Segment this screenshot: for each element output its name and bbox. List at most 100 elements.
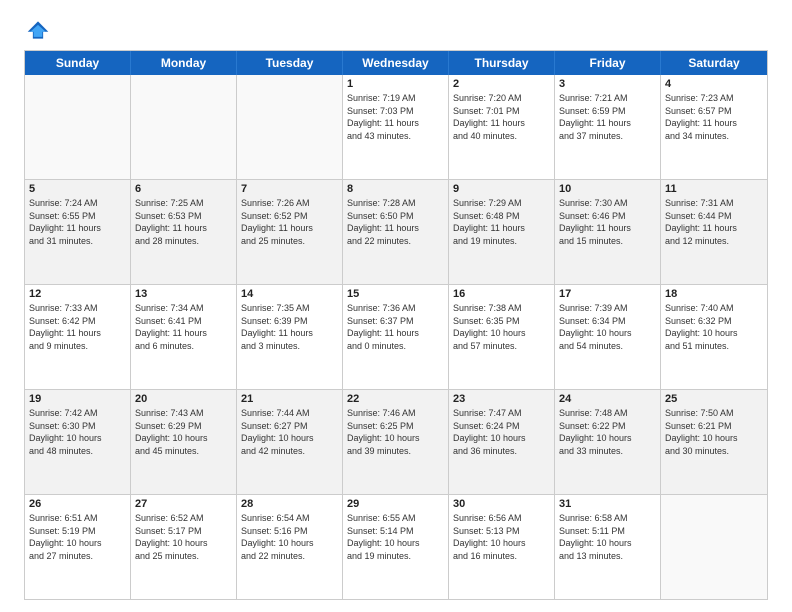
day-number: 22 xyxy=(347,393,444,405)
calendar-body: 1 Sunrise: 7:19 AM Sunset: 7:03 PM Daylig… xyxy=(25,75,767,599)
calendar-week-3: 12 Sunrise: 7:33 AM Sunset: 6:42 PM Dayli… xyxy=(25,284,767,389)
day-info: Sunrise: 7:33 AM Sunset: 6:42 PM Dayligh… xyxy=(29,302,126,352)
calendar-cell: 1 Sunrise: 7:19 AM Sunset: 7:03 PM Daylig… xyxy=(343,75,449,179)
calendar-week-2: 5 Sunrise: 7:24 AM Sunset: 6:55 PM Daylig… xyxy=(25,179,767,284)
day-info: Sunrise: 7:29 AM Sunset: 6:48 PM Dayligh… xyxy=(453,197,550,247)
day-number: 30 xyxy=(453,498,550,510)
calendar-cell: 2 Sunrise: 7:20 AM Sunset: 7:01 PM Daylig… xyxy=(449,75,555,179)
day-number: 2 xyxy=(453,78,550,90)
day-number: 4 xyxy=(665,78,763,90)
calendar-cell: 4 Sunrise: 7:23 AM Sunset: 6:57 PM Daylig… xyxy=(661,75,767,179)
day-number: 13 xyxy=(135,288,232,300)
day-info: Sunrise: 7:21 AM Sunset: 6:59 PM Dayligh… xyxy=(559,92,656,142)
day-info: Sunrise: 7:50 AM Sunset: 6:21 PM Dayligh… xyxy=(665,407,763,457)
day-info: Sunrise: 7:48 AM Sunset: 6:22 PM Dayligh… xyxy=(559,407,656,457)
calendar-cell: 13 Sunrise: 7:34 AM Sunset: 6:41 PM Dayli… xyxy=(131,285,237,389)
day-info: Sunrise: 7:20 AM Sunset: 7:01 PM Dayligh… xyxy=(453,92,550,142)
day-info: Sunrise: 7:42 AM Sunset: 6:30 PM Dayligh… xyxy=(29,407,126,457)
day-number: 28 xyxy=(241,498,338,510)
day-info: Sunrise: 7:43 AM Sunset: 6:29 PM Dayligh… xyxy=(135,407,232,457)
day-number: 9 xyxy=(453,183,550,195)
day-info: Sunrise: 7:19 AM Sunset: 7:03 PM Dayligh… xyxy=(347,92,444,142)
day-info: Sunrise: 7:36 AM Sunset: 6:37 PM Dayligh… xyxy=(347,302,444,352)
day-info: Sunrise: 7:23 AM Sunset: 6:57 PM Dayligh… xyxy=(665,92,763,142)
calendar-cell: 6Sunrise: 7:25 AM Sunset: 6:53 PM Daylig… xyxy=(131,180,237,284)
header-day-monday: Monday xyxy=(131,51,237,75)
calendar: SundayMondayTuesdayWednesdayThursdayFrid… xyxy=(24,50,768,600)
day-info: Sunrise: 6:51 AM Sunset: 5:19 PM Dayligh… xyxy=(29,512,126,562)
day-number: 27 xyxy=(135,498,232,510)
day-info: Sunrise: 7:44 AM Sunset: 6:27 PM Dayligh… xyxy=(241,407,338,457)
day-number: 15 xyxy=(347,288,444,300)
day-info: Sunrise: 6:54 AM Sunset: 5:16 PM Dayligh… xyxy=(241,512,338,562)
day-number: 31 xyxy=(559,498,656,510)
day-number: 12 xyxy=(29,288,126,300)
logo xyxy=(24,18,50,40)
header-day-tuesday: Tuesday xyxy=(237,51,343,75)
calendar-cell: 23 Sunrise: 7:47 AM Sunset: 6:24 PM Dayli… xyxy=(449,390,555,494)
day-info: Sunrise: 7:28 AM Sunset: 6:50 PM Dayligh… xyxy=(347,197,444,247)
calendar-cell: 19 Sunrise: 7:42 AM Sunset: 6:30 PM Dayli… xyxy=(25,390,131,494)
day-number: 25 xyxy=(665,393,763,405)
day-info: Sunrise: 7:38 AM Sunset: 6:35 PM Dayligh… xyxy=(453,302,550,352)
calendar-cell xyxy=(661,495,767,599)
calendar-cell: 31 Sunrise: 6:58 AM Sunset: 5:11 PM Dayli… xyxy=(555,495,661,599)
calendar-cell: 21 Sunrise: 7:44 AM Sunset: 6:27 PM Dayli… xyxy=(237,390,343,494)
header-day-friday: Friday xyxy=(555,51,661,75)
day-number: 11 xyxy=(665,183,763,195)
logo-general xyxy=(24,18,50,42)
day-number: 1 xyxy=(347,78,444,90)
day-number: 16 xyxy=(453,288,550,300)
calendar-cell xyxy=(25,75,131,179)
day-number: 19 xyxy=(29,393,126,405)
calendar-cell: 22Sunrise: 7:46 AM Sunset: 6:25 PM Dayli… xyxy=(343,390,449,494)
calendar-cell: 12 Sunrise: 7:33 AM Sunset: 6:42 PM Dayli… xyxy=(25,285,131,389)
calendar-cell: 20 Sunrise: 7:43 AM Sunset: 6:29 PM Dayli… xyxy=(131,390,237,494)
calendar-cell: 28 Sunrise: 6:54 AM Sunset: 5:16 PM Dayli… xyxy=(237,495,343,599)
day-info: Sunrise: 6:58 AM Sunset: 5:11 PM Dayligh… xyxy=(559,512,656,562)
calendar-header: SundayMondayTuesdayWednesdayThursdayFrid… xyxy=(25,51,767,75)
calendar-cell: 27 Sunrise: 6:52 AM Sunset: 5:17 PM Dayli… xyxy=(131,495,237,599)
calendar-cell: 10 Sunrise: 7:30 AM Sunset: 6:46 PM Dayli… xyxy=(555,180,661,284)
calendar-cell: 18Sunrise: 7:40 AM Sunset: 6:32 PM Dayli… xyxy=(661,285,767,389)
calendar-cell: 16 Sunrise: 7:38 AM Sunset: 6:35 PM Dayli… xyxy=(449,285,555,389)
day-number: 5 xyxy=(29,183,126,195)
header-day-sunday: Sunday xyxy=(25,51,131,75)
day-number: 8 xyxy=(347,183,444,195)
day-number: 21 xyxy=(241,393,338,405)
calendar-cell xyxy=(131,75,237,179)
day-info: Sunrise: 7:34 AM Sunset: 6:41 PM Dayligh… xyxy=(135,302,232,352)
header-day-thursday: Thursday xyxy=(449,51,555,75)
day-info: Sunrise: 7:39 AM Sunset: 6:34 PM Dayligh… xyxy=(559,302,656,352)
day-number: 26 xyxy=(29,498,126,510)
calendar-cell: 25 Sunrise: 7:50 AM Sunset: 6:21 PM Dayli… xyxy=(661,390,767,494)
calendar-cell: 17 Sunrise: 7:39 AM Sunset: 6:34 PM Dayli… xyxy=(555,285,661,389)
calendar-cell: 14Sunrise: 7:35 AM Sunset: 6:39 PM Dayli… xyxy=(237,285,343,389)
calendar-cell: 29Sunrise: 6:55 AM Sunset: 5:14 PM Dayli… xyxy=(343,495,449,599)
header-day-saturday: Saturday xyxy=(661,51,767,75)
day-info: Sunrise: 7:24 AM Sunset: 6:55 PM Dayligh… xyxy=(29,197,126,247)
calendar-cell: 11Sunrise: 7:31 AM Sunset: 6:44 PM Dayli… xyxy=(661,180,767,284)
day-number: 14 xyxy=(241,288,338,300)
day-number: 17 xyxy=(559,288,656,300)
day-info: Sunrise: 6:56 AM Sunset: 5:13 PM Dayligh… xyxy=(453,512,550,562)
day-number: 6 xyxy=(135,183,232,195)
day-number: 10 xyxy=(559,183,656,195)
day-number: 23 xyxy=(453,393,550,405)
day-info: Sunrise: 7:47 AM Sunset: 6:24 PM Dayligh… xyxy=(453,407,550,457)
calendar-week-4: 19 Sunrise: 7:42 AM Sunset: 6:30 PM Dayli… xyxy=(25,389,767,494)
calendar-week-1: 1 Sunrise: 7:19 AM Sunset: 7:03 PM Daylig… xyxy=(25,75,767,179)
day-info: Sunrise: 6:52 AM Sunset: 5:17 PM Dayligh… xyxy=(135,512,232,562)
calendar-cell: 3 Sunrise: 7:21 AM Sunset: 6:59 PM Daylig… xyxy=(555,75,661,179)
calendar-cell xyxy=(237,75,343,179)
calendar-cell: 24 Sunrise: 7:48 AM Sunset: 6:22 PM Dayli… xyxy=(555,390,661,494)
calendar-cell: 5 Sunrise: 7:24 AM Sunset: 6:55 PM Daylig… xyxy=(25,180,131,284)
day-info: Sunrise: 7:30 AM Sunset: 6:46 PM Dayligh… xyxy=(559,197,656,247)
day-number: 20 xyxy=(135,393,232,405)
day-info: Sunrise: 7:26 AM Sunset: 6:52 PM Dayligh… xyxy=(241,197,338,247)
calendar-cell: 26 Sunrise: 6:51 AM Sunset: 5:19 PM Dayli… xyxy=(25,495,131,599)
day-number: 7 xyxy=(241,183,338,195)
day-number: 24 xyxy=(559,393,656,405)
day-number: 3 xyxy=(559,78,656,90)
calendar-cell: 8 Sunrise: 7:28 AM Sunset: 6:50 PM Daylig… xyxy=(343,180,449,284)
